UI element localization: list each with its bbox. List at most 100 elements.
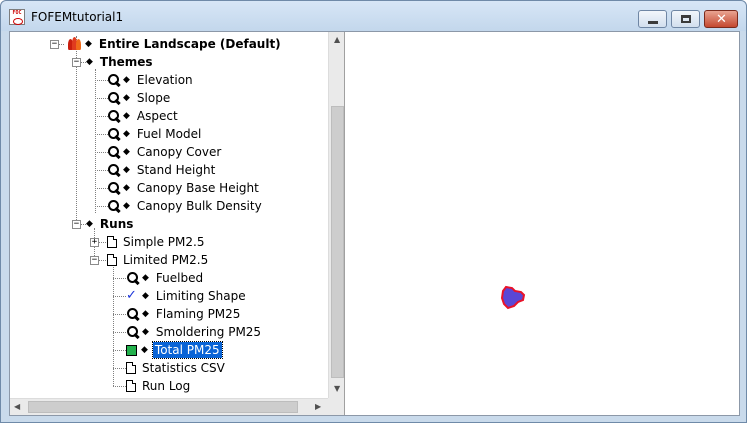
tree-item-canopy-cover[interactable]: ◆ Canopy Cover — [107, 143, 223, 161]
collapse-themes-button[interactable]: − — [72, 58, 81, 67]
bullet-icon: ◆ — [86, 57, 93, 67]
tree-item-label: Stand Height — [136, 163, 216, 177]
tree-item-label: Fuelbed — [155, 271, 204, 285]
app-icon: FOC — [9, 9, 25, 25]
tree-item-label: Canopy Cover — [136, 145, 222, 159]
collapse-runs-button[interactable]: − — [72, 220, 81, 229]
magnifier-icon — [107, 181, 121, 195]
collapse-limited-pm25-button[interactable]: − — [90, 256, 99, 265]
tree-item-elevation[interactable]: ◆ Elevation — [107, 71, 195, 89]
fire-icon — [67, 37, 81, 51]
tree-item-label: Canopy Bulk Density — [136, 199, 262, 213]
tree-item-fuelbed[interactable]: ◆ Fuelbed — [126, 269, 205, 287]
minimize-button[interactable] — [638, 10, 667, 28]
tree-item-label: Total PM25 — [151, 341, 223, 359]
window-title: FOFEMtutorial1 — [31, 10, 124, 24]
maximize-button[interactable] — [671, 10, 700, 28]
tree-pane: − − − + − ◆ Entire Landscape (Default) ◆… — [10, 32, 345, 415]
tree-item-label: Runs — [99, 217, 134, 231]
tree-item-smoldering-pm25[interactable]: ◆ Smoldering PM25 — [126, 323, 263, 341]
bullet-icon: ◆ — [123, 165, 130, 175]
tree-item-label: Themes — [99, 55, 153, 69]
tree-item-label: Elevation — [136, 73, 193, 87]
tree-item-label: Canopy Base Height — [136, 181, 259, 195]
horizontal-scroll-thumb[interactable] — [28, 401, 298, 413]
tree-item-aspect[interactable]: ◆ Aspect — [107, 107, 180, 125]
tree-item-fuel-model[interactable]: ◆ Fuel Model — [107, 125, 203, 143]
tree-item-entire-landscape[interactable]: ◆ Entire Landscape (Default) — [67, 35, 283, 53]
tree-item-label: Flaming PM25 — [155, 307, 241, 321]
bullet-icon: ◆ — [86, 219, 93, 229]
scroll-down-icon[interactable]: ▼ — [334, 384, 340, 394]
map-view[interactable] — [346, 32, 739, 415]
bullet-icon: ◆ — [123, 183, 130, 193]
tree-item-label: Aspect — [136, 109, 178, 123]
minimize-icon — [648, 21, 658, 24]
bullet-icon: ◆ — [123, 111, 130, 121]
green-square-icon — [126, 344, 137, 356]
bullet-icon: ◆ — [85, 39, 92, 49]
tree-item-total-pm25[interactable]: ◆ Total PM25 — [126, 341, 223, 359]
tree-item-label: Run Log — [142, 379, 191, 393]
bullet-icon: ◆ — [123, 147, 130, 157]
magnifier-icon — [107, 91, 121, 105]
bullet-icon: ◆ — [142, 309, 149, 319]
magnifier-icon — [107, 73, 121, 87]
tree-item-label: Slope — [136, 91, 171, 105]
tree-item-canopy-base-height[interactable]: ◆ Canopy Base Height — [107, 179, 261, 197]
checkmark-icon: ✓ — [126, 288, 137, 303]
bullet-icon: ◆ — [142, 273, 149, 283]
scroll-right-icon[interactable]: ▶ — [315, 402, 321, 412]
expand-simple-pm25-button[interactable]: + — [90, 238, 99, 247]
scroll-up-icon[interactable]: ▲ — [334, 35, 340, 45]
tree-item-run-log[interactable]: Run Log — [126, 377, 192, 395]
app-window: FOC FOFEMtutorial1 ✕ − − − + − ◆ Entire … — [0, 0, 747, 423]
vertical-scroll-thumb[interactable] — [331, 106, 344, 378]
maximize-icon — [681, 15, 691, 23]
tree-item-label: Fuel Model — [136, 127, 202, 141]
bullet-icon: ◆ — [123, 75, 130, 85]
tree-horizontal-scrollbar[interactable]: ◀ ▶ — [10, 398, 328, 415]
tree-item-limited-pm25[interactable]: Limited PM2.5 — [107, 251, 210, 269]
collapse-root-button[interactable]: − — [50, 40, 59, 49]
tree-item-stand-height[interactable]: ◆ Stand Height — [107, 161, 217, 179]
tree-item-label: Smoldering PM25 — [155, 325, 262, 339]
magnifier-icon — [107, 145, 121, 159]
bullet-icon: ◆ — [141, 345, 148, 355]
tree-item-themes[interactable]: ◆ Themes — [84, 53, 155, 71]
total-pm25-fire-area — [500, 285, 526, 310]
tree-vertical-scrollbar[interactable]: ▲ ▼ — [328, 32, 344, 398]
tree-item-label: Simple PM2.5 — [123, 235, 205, 249]
tree-item-label: Statistics CSV — [142, 361, 225, 375]
document-icon — [107, 254, 117, 266]
tree-item-runs[interactable]: ◆ Runs — [84, 215, 135, 233]
close-icon: ✕ — [716, 12, 727, 27]
title-bar[interactable]: FOC FOFEMtutorial1 ✕ — [1, 1, 746, 31]
tree-item-label: Limiting Shape — [155, 289, 246, 303]
bullet-icon: ◆ — [123, 93, 130, 103]
magnifier-icon — [126, 307, 140, 321]
magnifier-icon — [126, 271, 140, 285]
tree-item-limiting-shape[interactable]: ✓ ◆ Limiting Shape — [126, 287, 248, 305]
map-canvas[interactable] — [346, 32, 739, 415]
tree-item-statistics-csv[interactable]: Statistics CSV — [126, 359, 227, 377]
document-icon — [107, 236, 117, 248]
tree-item-flaming-pm25[interactable]: ◆ Flaming PM25 — [126, 305, 242, 323]
tree-item-label: Entire Landscape (Default) — [98, 37, 281, 51]
document-icon — [126, 362, 136, 374]
magnifier-icon — [107, 127, 121, 141]
bullet-icon: ◆ — [142, 327, 149, 337]
tree-item-canopy-bulk-density[interactable]: ◆ Canopy Bulk Density — [107, 197, 264, 215]
close-button[interactable]: ✕ — [704, 10, 738, 28]
bullet-icon: ◆ — [142, 291, 149, 301]
tree-item-simple-pm25[interactable]: Simple PM2.5 — [107, 233, 206, 251]
layer-tree[interactable]: − − − + − ◆ Entire Landscape (Default) ◆… — [10, 32, 328, 398]
magnifier-icon — [107, 163, 121, 177]
magnifier-icon — [107, 199, 121, 213]
bullet-icon: ◆ — [123, 201, 130, 211]
scroll-left-icon[interactable]: ◀ — [14, 402, 20, 412]
tree-item-slope[interactable]: ◆ Slope — [107, 89, 172, 107]
tree-item-label: Limited PM2.5 — [123, 253, 209, 267]
document-icon — [126, 380, 136, 392]
magnifier-icon — [107, 109, 121, 123]
